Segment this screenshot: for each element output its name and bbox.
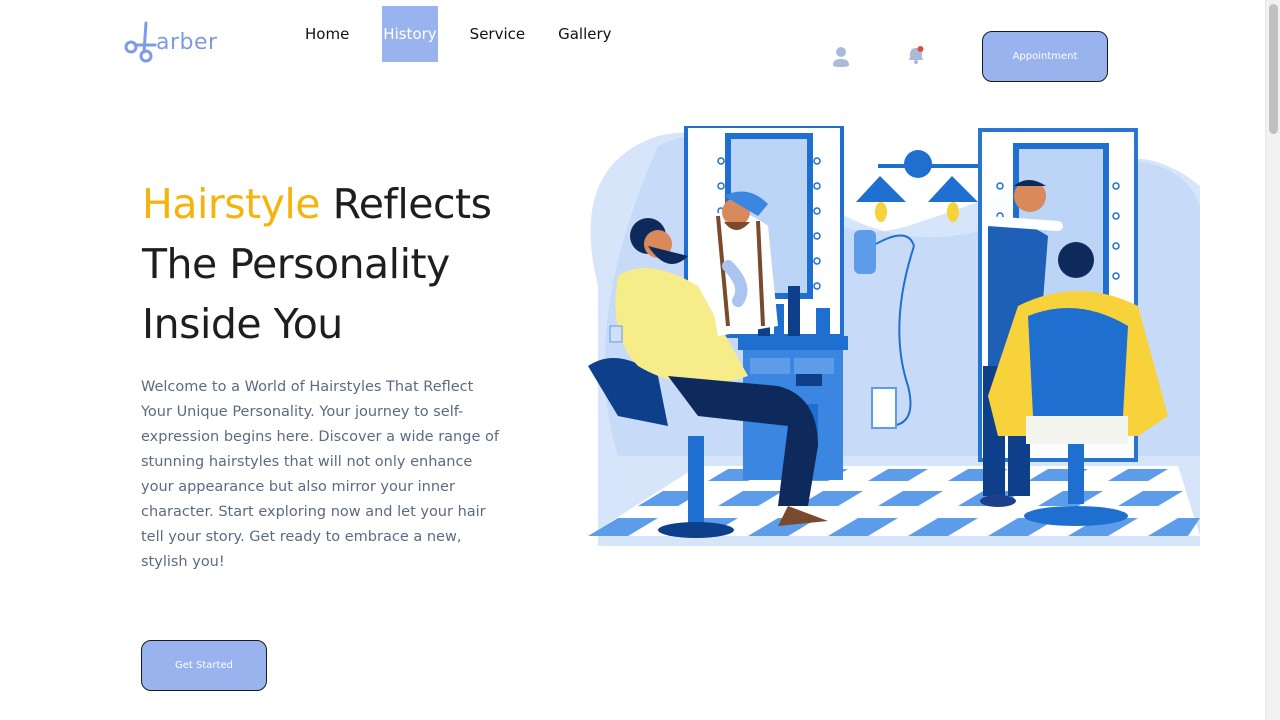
nav-home[interactable]: Home [305, 6, 349, 62]
hero-title: Hairstyle Reflects The Personality Insid… [142, 174, 562, 354]
hero-description: Welcome to a World of Hairstyles That Re… [141, 379, 499, 570]
nav-gallery[interactable]: Gallery [558, 6, 611, 62]
scissors-icon [124, 21, 157, 63]
main-nav: Home History Service Gallery [305, 6, 612, 62]
page-scrollbar[interactable] [1265, 0, 1280, 720]
logo-text: arber [156, 29, 218, 55]
appointment-button[interactable]: Appointment [982, 31, 1108, 82]
user-icon[interactable] [832, 46, 850, 68]
nav-service[interactable]: Service [470, 6, 525, 62]
logo[interactable]: arber [124, 20, 218, 64]
get-started-button[interactable]: Get Started [141, 640, 267, 691]
bell-icon[interactable] [907, 45, 925, 65]
hero-title-accent: Hairstyle [142, 180, 321, 228]
scrollbar-thumb[interactable] [1269, 4, 1278, 134]
barbershop-illustration [588, 126, 1200, 546]
nav-history[interactable]: History [382, 6, 438, 62]
